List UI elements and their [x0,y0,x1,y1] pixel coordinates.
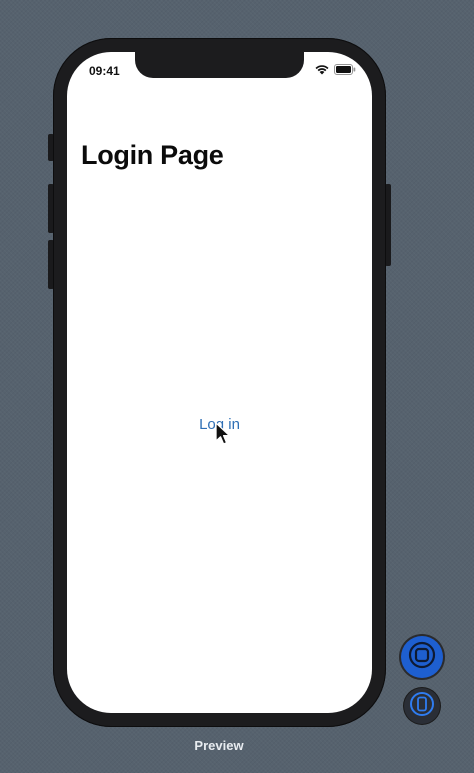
status-time: 09:41 [89,64,120,78]
device-preview-icon [410,691,434,721]
preview-canvas: 09:41 Login Page Log in Preview [0,0,474,773]
mouse-pointer-icon [215,422,231,446]
phone-screen: 09:41 Login Page Log in [67,52,372,713]
wifi-icon [315,64,329,75]
live-preview-button[interactable] [401,636,443,678]
battery-icon [334,64,356,75]
preview-label: Preview [194,738,244,753]
live-preview-icon [408,641,436,674]
status-icons [315,64,356,75]
device-preview-button[interactable] [404,688,440,724]
page-title: Login Page [81,140,224,170]
notch [135,52,304,78]
phone-frame: 09:41 Login Page Log in [53,38,386,727]
